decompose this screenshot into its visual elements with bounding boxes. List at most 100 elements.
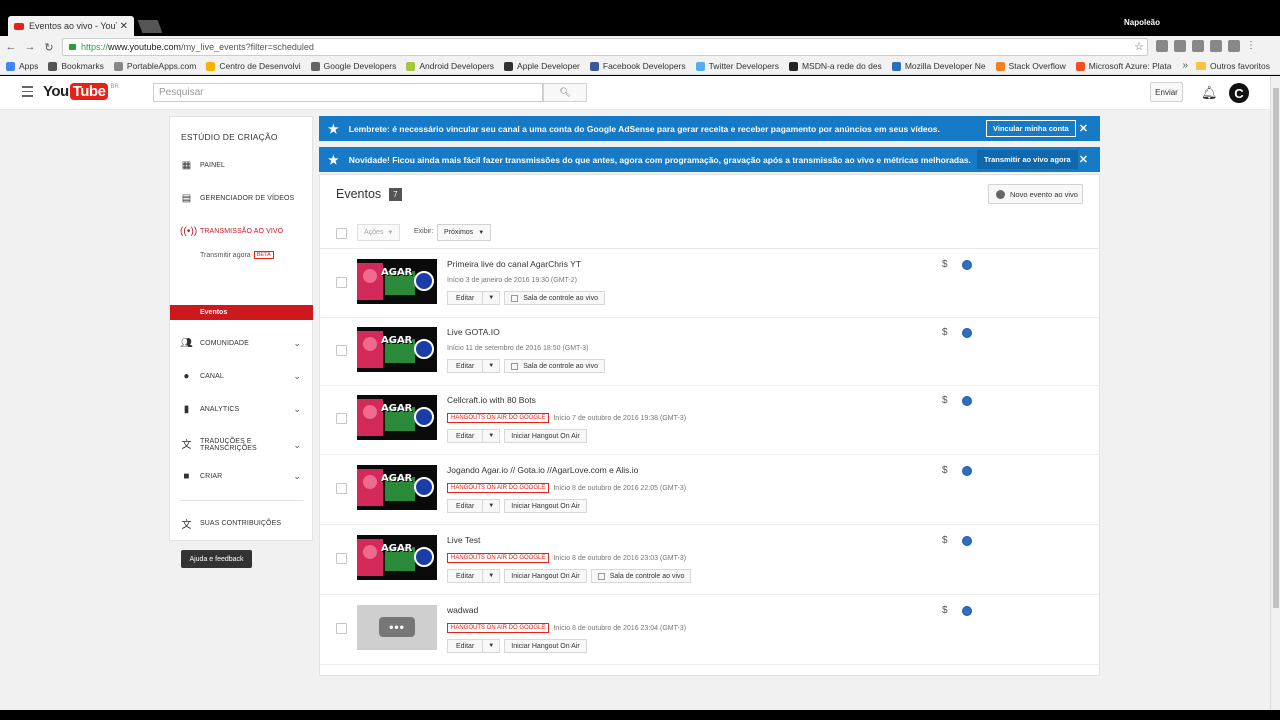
show-label: Exibir: — [414, 228, 434, 235]
close-icon[interactable]: ✕ — [1079, 122, 1088, 135]
bookmark-item[interactable]: Microsoft Azure: Plata — [1075, 61, 1171, 71]
forward-icon[interactable]: → — [22, 41, 38, 53]
start-hangout-button[interactable]: Iniciar Hangout On Air — [504, 569, 587, 583]
event-title[interactable]: wadwad — [447, 605, 478, 615]
sidebar-item-contributions[interactable]: 文 SUAS CONTRIBUIÇÕES — [170, 513, 312, 533]
sidebar-sub-events[interactable]: Eventos — [170, 305, 313, 320]
event-thumbnail[interactable]: AGAR — [357, 259, 437, 304]
youtube-logo[interactable]: You Tube BR — [43, 83, 119, 100]
bookmark-item[interactable]: Apple Developer — [504, 61, 580, 71]
bookmark-item[interactable]: Twitter Developers — [695, 61, 779, 71]
caret-down-icon[interactable]: ▼ — [483, 433, 499, 439]
event-title[interactable]: Live GOTA.IO — [447, 327, 500, 337]
contributions-icon: 文 — [181, 519, 192, 531]
start-hangout-button[interactable]: Iniciar Hangout On Air — [504, 639, 587, 653]
bookmark-item[interactable]: Stack Overflow — [995, 61, 1066, 71]
bookmark-item[interactable]: Facebook Developers — [589, 61, 686, 71]
control-room-button[interactable]: Sala de controle ao vivo — [504, 291, 605, 305]
reload-icon[interactable]: ↻ — [41, 41, 57, 54]
edit-button[interactable]: Editar ▼ — [447, 429, 501, 443]
caret-down-icon[interactable]: ▼ — [483, 295, 499, 301]
help-feedback-button[interactable]: Ajuda e feedback — [181, 550, 252, 568]
bookmark-item[interactable]: PortableApps.com — [113, 61, 196, 71]
upload-button[interactable]: Enviar — [1150, 82, 1183, 102]
event-title[interactable]: Primeira live do canal AgarChris YT — [447, 259, 581, 269]
page-scrollbar[interactable] — [1270, 76, 1280, 710]
browser-user-name[interactable]: Napoleão — [1124, 18, 1160, 27]
new-tab-button[interactable] — [137, 20, 163, 33]
event-checkbox[interactable] — [336, 553, 347, 564]
sidebar-item-create[interactable]: ■ CRIAR ⌄ — [170, 466, 312, 486]
bookmark-item[interactable]: Google Developers — [310, 61, 396, 71]
bookmark-item[interactable]: Centro de Desenvolvi — [206, 61, 301, 71]
sidebar-item-translations[interactable]: 文 TRADUÇÕES E TRANSCRIÇÕES ⌄ — [170, 433, 312, 457]
close-icon[interactable]: ✕ — [1079, 153, 1088, 166]
browser-titlebar: Eventos ao vivo - YouTube ✕ Napoleão — [0, 0, 1280, 36]
menu-dots-icon[interactable]: ⋮ — [1246, 40, 1256, 52]
extension-icon[interactable] — [1210, 40, 1222, 52]
other-bookmarks[interactable]: Outros favoritos — [1196, 61, 1270, 71]
event-thumbnail[interactable]: ••• — [357, 605, 437, 650]
search-input[interactable]: Pesquisar — [153, 83, 543, 102]
event-checkbox[interactable] — [336, 623, 347, 634]
select-all-checkbox[interactable] — [336, 228, 347, 239]
caret-down-icon[interactable]: ▼ — [483, 503, 499, 509]
caret-down-icon[interactable]: ▼ — [483, 363, 499, 369]
event-checkbox[interactable] — [336, 483, 347, 494]
bookmark-item[interactable]: Android Developers — [406, 61, 494, 71]
menu-icon[interactable] — [22, 86, 33, 100]
event-thumbnail[interactable]: AGAR — [357, 465, 437, 510]
sidebar-item-painel[interactable]: ▦ PAINEL — [170, 155, 312, 175]
extension-icon[interactable] — [1174, 40, 1186, 52]
more-bookmarks-icon[interactable]: » — [1182, 60, 1188, 71]
edit-button[interactable]: Editar ▼ — [447, 499, 501, 513]
show-filter-dropdown[interactable]: Próximos ▼ — [437, 224, 491, 241]
notifications-bell-icon[interactable]: 🔔︎ — [1201, 85, 1218, 101]
event-checkbox[interactable] — [336, 277, 347, 288]
event-checkbox[interactable] — [336, 345, 347, 356]
new-live-event-button[interactable]: Novo evento ao vivo — [988, 184, 1083, 204]
bookmark-item[interactable]: MSDN-a rede do des — [788, 61, 882, 71]
event-thumbnail[interactable]: AGAR — [357, 395, 437, 440]
bookmark-item[interactable]: Mozilla Developer Ne — [891, 61, 986, 71]
sidebar-item-analytics[interactable]: ▮ ANALYTICS ⌄ — [170, 399, 312, 419]
caret-down-icon[interactable]: ▼ — [483, 573, 499, 579]
cast-icon[interactable] — [1228, 40, 1240, 52]
extension-icon[interactable] — [1156, 40, 1168, 52]
stream-now-button[interactable]: Transmitir ao vivo agora — [977, 150, 1078, 169]
sidebar-item-channel[interactable]: ● CANAL ⌄ — [170, 366, 312, 386]
edit-button[interactable]: Editar ▼ — [447, 639, 501, 653]
tab-close-icon[interactable]: ✕ — [120, 21, 128, 32]
control-room-button[interactable]: Sala de controle ao vivo — [504, 359, 605, 373]
bookmark-item[interactable]: Bookmarks — [48, 61, 104, 71]
event-title[interactable]: Jogando Agar.io // Gota.io //AgarLove.co… — [447, 465, 638, 475]
address-bar[interactable]: https://www.youtube.com/my_live_events?f… — [62, 38, 1148, 56]
edit-button[interactable]: Editar ▼ — [447, 569, 501, 583]
event-title[interactable]: Live Test — [447, 535, 480, 545]
link-account-button[interactable]: Vincular minha conta — [986, 120, 1076, 137]
event-thumbnail[interactable]: AGAR — [357, 535, 437, 580]
scrollbar-thumb[interactable] — [1273, 88, 1279, 608]
sidebar-item-community[interactable]: 👥︎ COMUNIDADE ⌄ — [170, 333, 312, 353]
bookmark-star-icon[interactable]: ☆ — [1134, 40, 1144, 53]
search-button[interactable]: 🔍︎ — [543, 83, 587, 102]
bookmark-item[interactable]: Apps — [6, 61, 38, 71]
edit-button[interactable]: Editar ▼ — [447, 291, 501, 305]
start-hangout-button[interactable]: Iniciar Hangout On Air — [504, 429, 587, 443]
event-title[interactable]: Cellcraft.io with 80 Bots — [447, 395, 536, 405]
event-checkbox[interactable] — [336, 413, 347, 424]
sidebar-item-live[interactable]: ((•)) TRANSMISSÃO AO VIVO — [170, 221, 312, 241]
avatar[interactable]: C — [1229, 83, 1249, 103]
control-room-button[interactable]: Sala de controle ao vivo — [590, 569, 692, 583]
actions-dropdown[interactable]: Ações ▼ — [357, 224, 400, 241]
browser-tab[interactable]: Eventos ao vivo - YouTube ✕ — [8, 16, 134, 36]
start-hangout-button[interactable]: Iniciar Hangout On Air — [504, 499, 587, 513]
sidebar-sub-stream-now[interactable]: Transmitir agora BETA — [200, 251, 274, 259]
back-icon[interactable]: ← — [3, 41, 19, 53]
extension-icon[interactable] — [1192, 40, 1204, 52]
edit-button[interactable]: Editar ▼ — [447, 359, 501, 373]
event-thumbnail[interactable]: AGAR — [357, 327, 437, 372]
stackoverflow-icon — [995, 61, 1005, 71]
caret-down-icon[interactable]: ▼ — [483, 643, 499, 649]
sidebar-item-video-manager[interactable]: ▤ GERENCIADOR DE VÍDEOS — [170, 188, 312, 208]
